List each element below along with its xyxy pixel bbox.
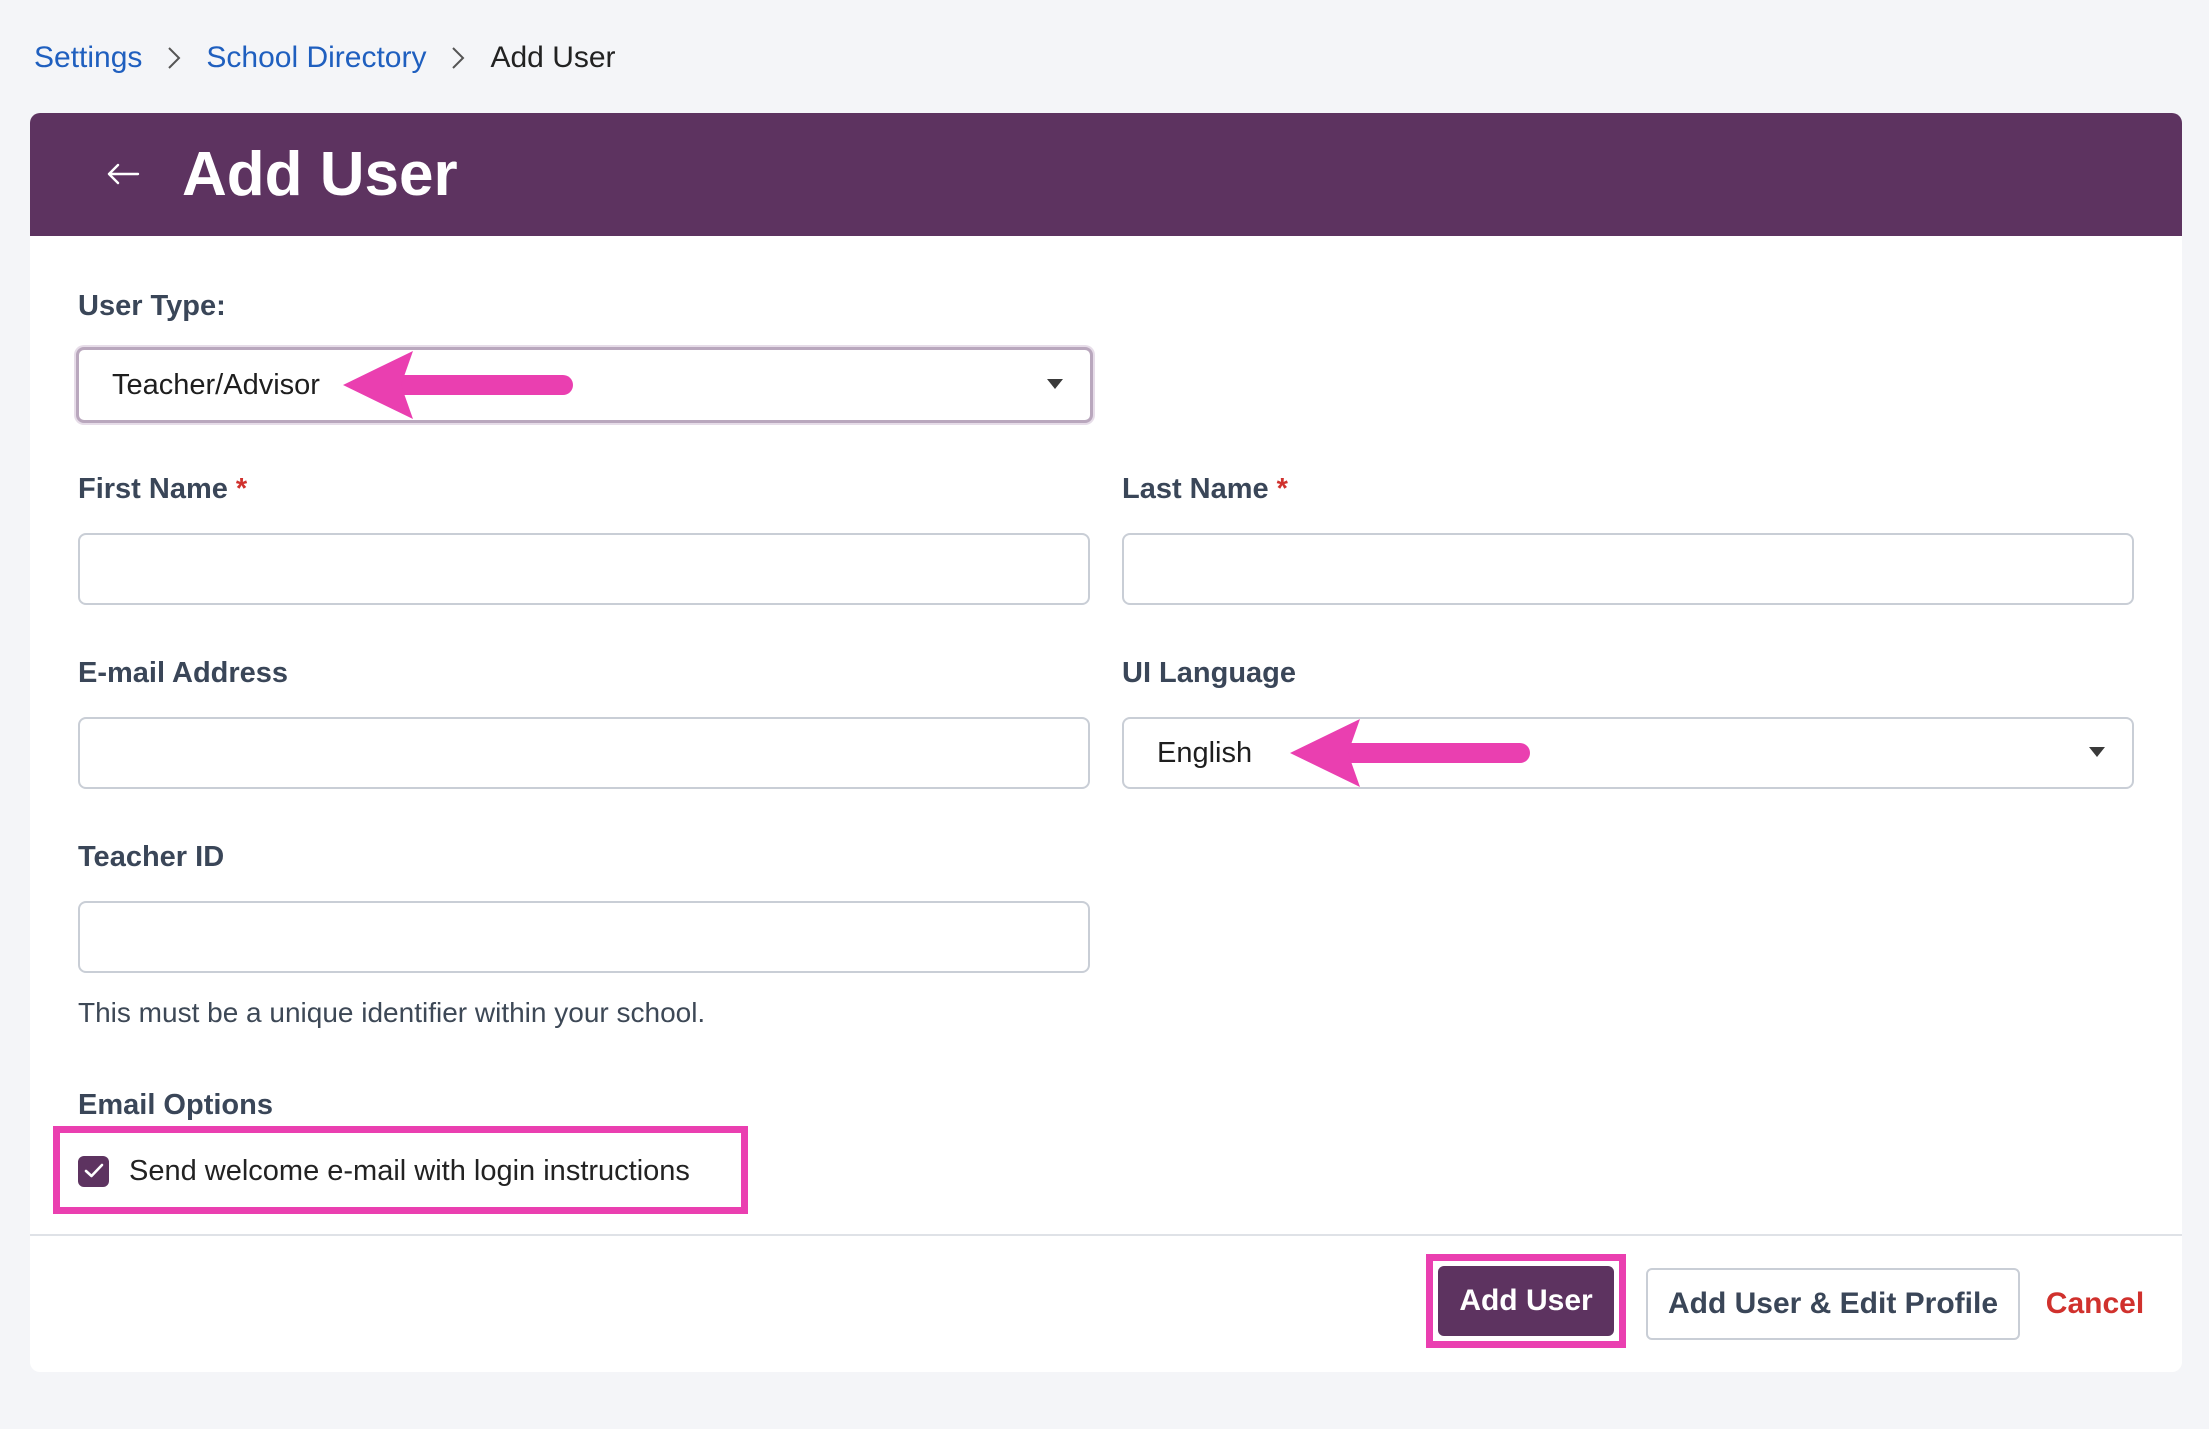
email-field[interactable] — [78, 717, 1090, 789]
required-marker: * — [1276, 473, 1288, 505]
add-user-edit-profile-button[interactable]: Add User & Edit Profile — [1646, 1268, 2020, 1340]
last-name-label: Last Name * — [1122, 473, 1288, 505]
user-type-value: Teacher/Advisor — [112, 368, 320, 401]
chevron-right-icon — [142, 46, 206, 70]
ui-language-select[interactable]: English — [1122, 717, 2134, 789]
required-marker: * — [235, 473, 248, 505]
cancel-button[interactable]: Cancel — [2040, 1268, 2150, 1340]
caret-down-icon — [1047, 379, 1063, 389]
last-name-input[interactable] — [1124, 535, 2132, 603]
welcome-email-option[interactable]: Send welcome e-mail with login instructi… — [78, 1151, 690, 1191]
add-user-button[interactable]: Add User — [1438, 1266, 1614, 1336]
welcome-email-checkbox[interactable] — [78, 1155, 109, 1187]
email-options-label: Email Options — [78, 1089, 273, 1121]
checkmark-icon — [84, 1163, 103, 1178]
teacher-id-field[interactable] — [78, 901, 1090, 973]
last-name-field[interactable] — [1122, 533, 2134, 605]
welcome-email-label: Send welcome e-mail with login instructi… — [129, 1154, 690, 1187]
breadcrumb: Settings School Directory Add User — [34, 36, 616, 80]
email-input[interactable] — [80, 719, 1088, 787]
first-name-label: First Name * — [78, 473, 248, 505]
first-name-field[interactable] — [78, 533, 1090, 605]
page-title: Add User — [182, 140, 458, 209]
email-label: E-mail Address — [78, 657, 289, 689]
breadcrumb-current: Add User — [490, 41, 616, 74]
footer-divider — [30, 1234, 2182, 1236]
teacher-id-input[interactable] — [80, 903, 1088, 971]
teacher-id-label: Teacher ID — [78, 841, 225, 873]
teacher-id-helper-text: This must be a unique identifier within … — [78, 997, 706, 1028]
ui-language-value: English — [1157, 736, 1253, 769]
back-button[interactable] — [92, 143, 154, 205]
breadcrumb-settings-link[interactable]: Settings — [34, 41, 142, 75]
chevron-right-icon — [426, 46, 490, 70]
add-user-card: Add User User Type: Teacher/Advisor Firs… — [30, 113, 2182, 1372]
first-name-input[interactable] — [80, 535, 1088, 603]
breadcrumb-school-directory-link[interactable]: School Directory — [206, 41, 426, 75]
arrow-left-icon — [107, 163, 140, 185]
user-type-label: User Type: — [78, 290, 226, 322]
ui-language-label: UI Language — [1122, 657, 1297, 689]
user-type-select[interactable]: Teacher/Advisor — [76, 347, 1093, 423]
page-header: Add User — [30, 113, 2182, 236]
caret-down-icon — [2089, 747, 2105, 757]
